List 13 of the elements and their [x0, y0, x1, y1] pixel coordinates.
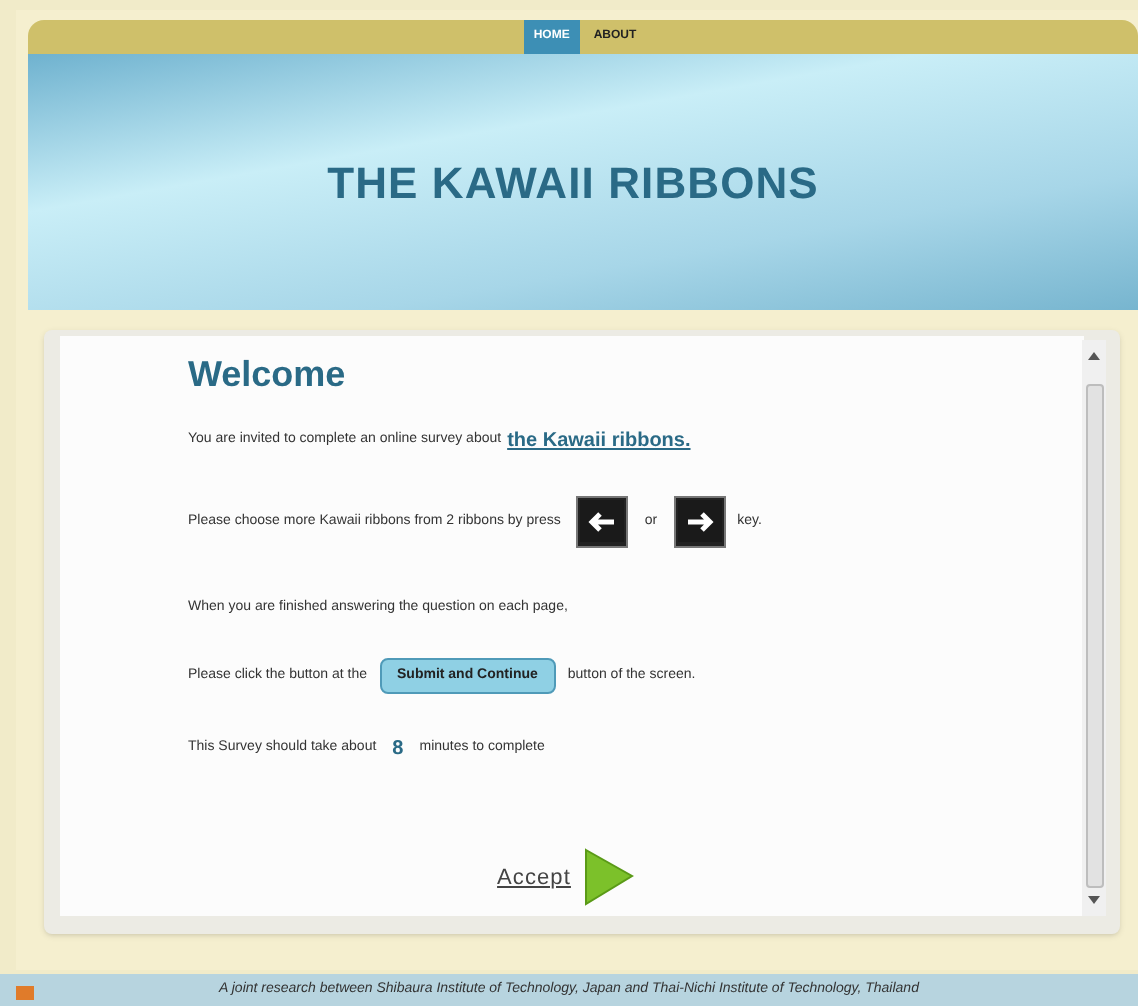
site-title: THE KAWAII RIBBONS — [327, 155, 819, 211]
play-icon[interactable] — [582, 848, 635, 908]
scroll-down-icon[interactable] — [1088, 896, 1100, 904]
feed-icon — [16, 986, 34, 1000]
scroll-up-icon[interactable] — [1088, 352, 1100, 360]
minutes-number: 8 — [392, 735, 404, 763]
right-arrow-key-icon — [673, 496, 726, 548]
welcome-heading: Welcome — [188, 352, 348, 396]
survey-link[interactable]: the Kawaii ribbons. — [507, 425, 691, 455]
scrollbar[interactable] — [1082, 340, 1106, 916]
left-arrow-key-icon — [576, 496, 629, 548]
scroll-thumb[interactable] — [1085, 384, 1103, 888]
accept-link[interactable]: Accept — [497, 861, 571, 895]
